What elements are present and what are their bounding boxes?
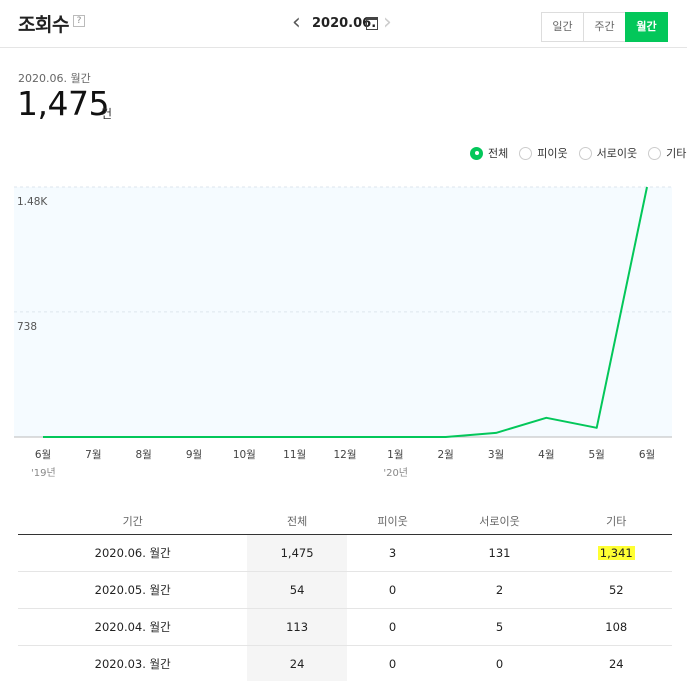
cell-neighbor: 0 xyxy=(346,608,439,646)
x-tick-label: 11월 xyxy=(283,449,306,461)
legend-label: 피이웃 xyxy=(537,147,568,160)
x-year-label: '20년 xyxy=(383,467,408,479)
cell-other: 1,341 xyxy=(560,534,672,572)
col-header-other: 기타 xyxy=(560,508,672,535)
x-tick-label: 5월 xyxy=(588,449,604,461)
cell-other: 24 xyxy=(560,645,672,681)
cell-other: 52 xyxy=(560,571,672,609)
y-tick-label: 1.48K xyxy=(17,196,48,208)
cell-neighbor: 3 xyxy=(346,534,439,572)
period-tabs: 일간 주간 월간 xyxy=(541,12,668,42)
views-line-chart: 1.48K 738 6월 7월 8월 9월 10월 11월 12월 1월 2월 3월 4월 5월 6월 '19… xyxy=(14,186,672,479)
radio-selected-icon[interactable] xyxy=(470,146,483,160)
cell-period: 2020.06. 월간 xyxy=(18,534,248,572)
x-year-label: '19년 xyxy=(31,467,56,479)
cell-period: 2020.04. 월간 xyxy=(18,608,248,646)
x-tick-label: 6월 xyxy=(35,449,51,461)
table-header-row: 기간 전체 피이웃 서로이웃 기타 xyxy=(18,508,672,535)
tab-weekly[interactable]: 주간 xyxy=(583,12,626,42)
col-header-total: 전체 xyxy=(247,508,347,535)
table-row: 2020.03. 월간 24 0 0 24 xyxy=(18,645,672,681)
legend: 전체 피이웃 서로이웃 기타 xyxy=(470,145,686,161)
help-icon[interactable]: ? xyxy=(73,15,85,27)
cell-mutual-neighbor: 131 xyxy=(438,534,561,572)
cell-period: 2020.05. 월간 xyxy=(18,571,248,609)
col-header-neighbor: 피이웃 xyxy=(346,508,439,535)
x-tick-label: 6월 xyxy=(639,449,655,461)
legend-item-other[interactable]: 기타 xyxy=(648,145,686,161)
legend-item-mutual-neighbor[interactable]: 서로이웃 xyxy=(578,145,638,161)
cell-total: 113 xyxy=(247,608,347,646)
radio-icon[interactable] xyxy=(519,146,533,160)
x-tick-label: 9월 xyxy=(186,449,202,461)
cell-neighbor: 0 xyxy=(346,645,439,681)
cell-mutual-neighbor: 0 xyxy=(438,645,561,681)
prev-period-button[interactable]: ‹ xyxy=(292,12,306,36)
x-tick-label: 12월 xyxy=(333,449,356,461)
table-row: 2020.05. 월간 54 0 2 52 xyxy=(18,571,672,609)
x-tick-label: 7월 xyxy=(85,449,101,461)
cell-other: 108 xyxy=(560,608,672,646)
col-header-period: 기간 xyxy=(18,508,248,535)
legend-item-neighbor[interactable]: 피이웃 xyxy=(519,145,568,161)
cell-total: 24 xyxy=(247,645,347,681)
legend-label: 전체 xyxy=(488,147,509,160)
cell-mutual-neighbor: 2 xyxy=(438,571,561,609)
tab-monthly[interactable]: 월간 xyxy=(625,12,668,42)
table-row: 2020.06. 월간 1,475 3 131 1,341 xyxy=(18,534,672,572)
stats-table: 기간 전체 피이웃 서로이웃 기타 2020.06. 월간 1,475 3 13… xyxy=(18,508,672,681)
legend-label: 기타 xyxy=(666,147,687,160)
cell-mutual-neighbor: 5 xyxy=(438,608,561,646)
header: 조회수 ? ‹ 2020.06. › 일간 주간 월간 xyxy=(0,0,687,48)
x-tick-label: 8월 xyxy=(135,449,151,461)
legend-item-all[interactable]: 전체 xyxy=(470,145,508,161)
x-tick-label: 3월 xyxy=(488,449,504,461)
col-header-mutual-neighbor: 서로이웃 xyxy=(438,508,561,535)
page-title: 조회수 xyxy=(18,14,69,36)
x-tick-label: 10월 xyxy=(233,449,256,461)
x-tick-label: 4월 xyxy=(538,449,554,461)
cell-neighbor: 0 xyxy=(346,571,439,609)
radio-icon[interactable] xyxy=(578,146,592,160)
cell-total: 54 xyxy=(247,571,347,609)
summary-unit: 건 xyxy=(101,107,113,121)
radio-icon[interactable] xyxy=(648,146,662,160)
cell-period: 2020.03. 월간 xyxy=(18,645,248,681)
cell-total: 1,475 xyxy=(247,534,347,572)
highlighted-value: 1,341 xyxy=(597,545,635,560)
summary-total-value: 1,475 xyxy=(17,84,109,123)
table-row: 2020.04. 월간 113 0 5 108 xyxy=(18,608,672,646)
tab-daily[interactable]: 일간 xyxy=(541,12,584,42)
legend-label: 서로이웃 xyxy=(596,147,638,160)
next-period-button[interactable]: › xyxy=(383,12,397,36)
calendar-icon[interactable] xyxy=(366,17,378,30)
y-tick-label: 738 xyxy=(17,321,37,333)
x-tick-label: 2월 xyxy=(437,449,453,461)
x-tick-label: 1월 xyxy=(387,449,403,461)
